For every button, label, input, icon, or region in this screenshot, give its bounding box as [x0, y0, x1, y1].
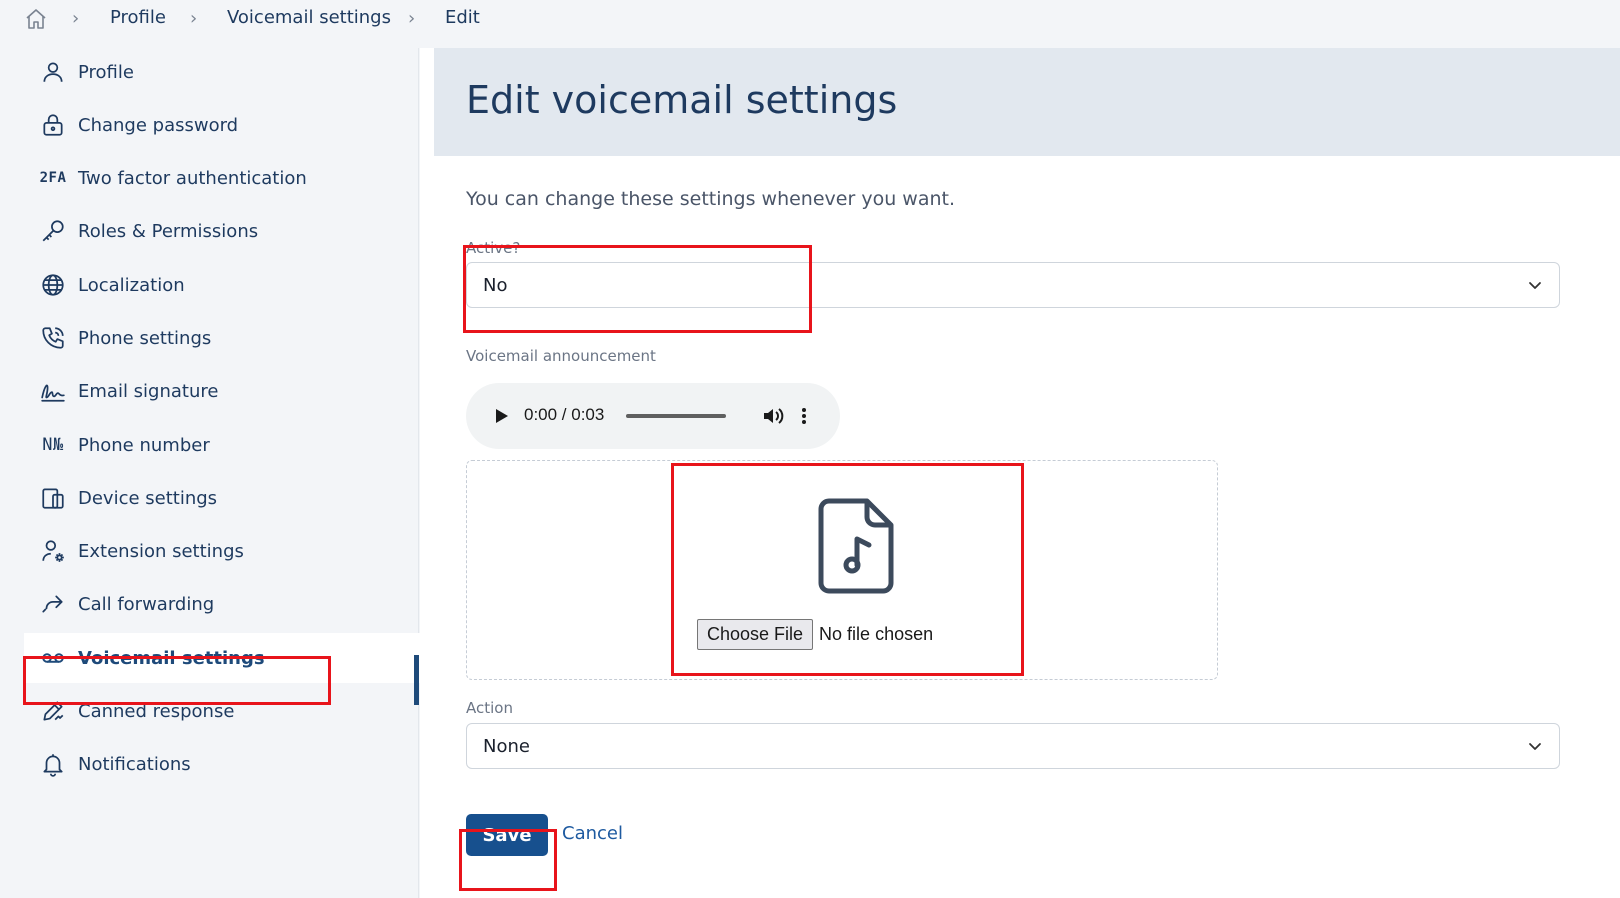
breadcrumb-voicemail-settings[interactable]: Voicemail settings [227, 7, 391, 28]
sidebar-item-label: Localization [78, 274, 185, 296]
save-button[interactable]: Save [466, 814, 548, 856]
file-input: Choose File No file chosen [697, 619, 933, 650]
sidebar-item-device-settings[interactable]: Device settings [24, 473, 420, 523]
sidebar-item-label: Profile [78, 61, 134, 83]
active-select-value: No [483, 274, 508, 296]
voicemail-icon [38, 643, 68, 673]
active-select[interactable]: No [466, 262, 1560, 308]
pencil-icon [38, 696, 68, 726]
page-header: Edit voicemail settings [434, 48, 1620, 156]
sidebar-item-change-password[interactable]: Change password [24, 100, 420, 150]
file-status: No file chosen [819, 624, 934, 644]
announcement-label: Voicemail announcement [466, 347, 656, 365]
chevron-down-icon [1529, 282, 1541, 289]
bell-icon [38, 749, 68, 779]
chevron-right-icon: › [190, 8, 198, 29]
sidebar-item-localization[interactable]: Localization [24, 260, 420, 310]
audio-progress-bar[interactable] [626, 414, 726, 418]
sidebar-item-canned-response[interactable]: Canned response [24, 686, 420, 736]
phone-icon [38, 323, 68, 353]
sidebar-item-label: Voicemail settings [78, 647, 265, 669]
audio-player[interactable]: 0:00 / 0:03 [466, 383, 840, 449]
page-title: Edit voicemail settings [466, 78, 898, 122]
2fa-text-icon: 2FA [39, 170, 67, 186]
sidebar-item-label: Email signature [78, 380, 219, 402]
sidebar-item-label: Phone settings [78, 327, 212, 349]
breadcrumb: › Profile › Voicemail settings › Edit [0, 0, 1620, 48]
intro-text: You can change these settings whenever y… [466, 188, 955, 210]
signature-icon [38, 376, 68, 406]
action-select[interactable]: None [466, 723, 1560, 769]
sidebar-item-roles-permissions[interactable]: Roles & Permissions [24, 206, 420, 256]
sidebar-item-label: Notifications [78, 753, 191, 775]
home-icon[interactable] [24, 7, 48, 31]
play-icon[interactable] [490, 405, 512, 427]
sidebar-item-label: Device settings [78, 487, 218, 509]
active-label: Active? [466, 239, 521, 257]
sidebar-item-phone-settings[interactable]: Phone settings [24, 313, 420, 363]
file-dropzone[interactable]: Choose File No file chosen [466, 460, 1218, 680]
sidebar-item-label: Phone number [78, 434, 210, 456]
key-icon [38, 216, 68, 246]
sidebar-item-call-forwarding[interactable]: Call forwarding [24, 579, 420, 629]
audio-file-icon [818, 498, 894, 594]
sidebar-item-phone-number[interactable]: N№ Phone number [24, 420, 420, 470]
sidebar-item-two-factor-authentication[interactable]: 2FA Two factor authentication [24, 153, 420, 203]
audio-time: 0:00 / 0:03 [524, 405, 605, 424]
more-options-icon[interactable] [795, 404, 813, 428]
chevron-right-icon: › [408, 8, 416, 29]
user-gear-icon [38, 536, 68, 566]
numero-icon: N№ [42, 435, 64, 455]
chevron-down-icon [1529, 743, 1541, 750]
lock-icon [38, 110, 68, 140]
breadcrumb-edit: Edit [445, 7, 480, 28]
action-label: Action [466, 699, 513, 717]
sidebar-item-voicemail-settings[interactable]: Voicemail settings [24, 633, 420, 683]
sidebar-item-label: Roles & Permissions [78, 220, 259, 242]
sidebar-item-email-signature[interactable]: Email signature [24, 366, 420, 416]
user-icon [38, 57, 68, 87]
sidebar-item-label: Canned response [78, 700, 235, 722]
cancel-link[interactable]: Cancel [562, 823, 623, 844]
breadcrumb-profile[interactable]: Profile [110, 7, 166, 28]
volume-icon[interactable] [761, 404, 787, 428]
sidebar-item-label: Change password [78, 114, 239, 136]
sidebar-item-label: Extension settings [78, 540, 244, 562]
main-panel: Edit voicemail settings You can change t… [434, 48, 1620, 898]
forward-arrow-icon [38, 589, 68, 619]
choose-file-button[interactable]: Choose File [697, 619, 814, 650]
sidebar-item-profile[interactable]: Profile [24, 47, 420, 97]
chevron-right-icon: › [72, 8, 80, 29]
action-select-value: None [483, 735, 530, 757]
sidebar-item-notifications[interactable]: Notifications [24, 739, 420, 789]
devices-icon [38, 483, 68, 513]
sidebar-item-extension-settings[interactable]: Extension settings [24, 526, 420, 576]
globe-icon [38, 270, 68, 300]
sidebar-item-label: Two factor authentication [78, 167, 307, 189]
sidebar-item-label: Call forwarding [78, 593, 215, 615]
